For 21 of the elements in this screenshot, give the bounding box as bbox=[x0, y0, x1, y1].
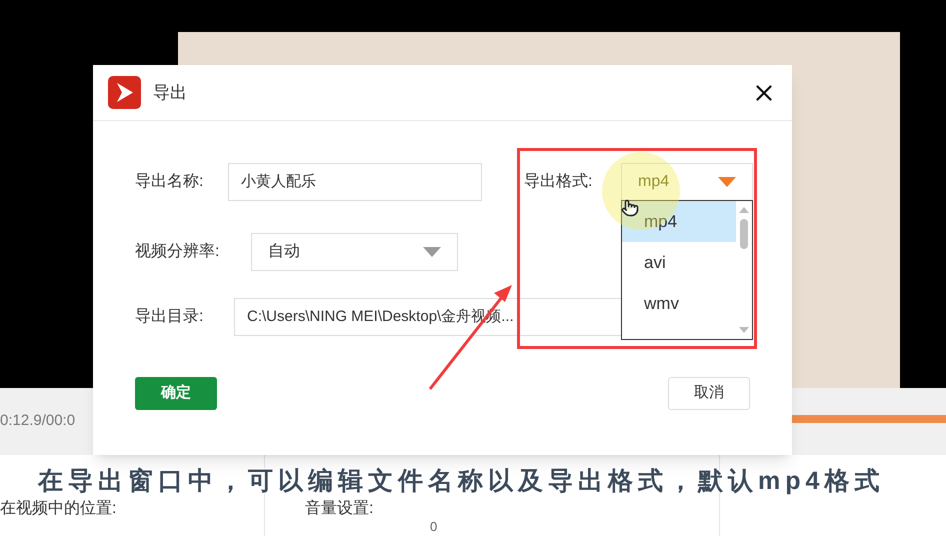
format-label: 导出格式: bbox=[524, 172, 594, 192]
dialog-title: 导出 bbox=[153, 82, 187, 104]
cancel-button[interactable]: 取消 bbox=[668, 377, 750, 410]
scroll-up-icon[interactable] bbox=[739, 207, 749, 213]
field-label: 导出目录: bbox=[135, 306, 204, 327]
app-logo-icon bbox=[108, 76, 141, 109]
caret-icon bbox=[423, 247, 441, 257]
select-field[interactable]: 自动 bbox=[251, 233, 458, 271]
confirm-button[interactable]: 确定 bbox=[135, 377, 217, 410]
scroll-down-icon[interactable] bbox=[739, 327, 749, 333]
scrollbar-thumb[interactable] bbox=[740, 219, 748, 249]
volume-value: 0 bbox=[430, 518, 438, 536]
input-field[interactable]: 小黄人配乐 bbox=[228, 163, 482, 201]
tutorial-caption: 在导出窗口中，可以编辑文件名称以及导出格式，默认mp4格式 bbox=[38, 468, 884, 494]
field-label: 视频分辨率: bbox=[135, 242, 220, 262]
volume-label: 音量设置: bbox=[305, 500, 374, 517]
caret-icon bbox=[718, 177, 736, 187]
time-counter: 0:12.9/00:0 bbox=[0, 411, 76, 432]
field-label: 导出名称: bbox=[135, 172, 204, 192]
format-option[interactable]: mp4 bbox=[622, 201, 736, 242]
position-label: 在视频中的位置: bbox=[0, 500, 116, 517]
